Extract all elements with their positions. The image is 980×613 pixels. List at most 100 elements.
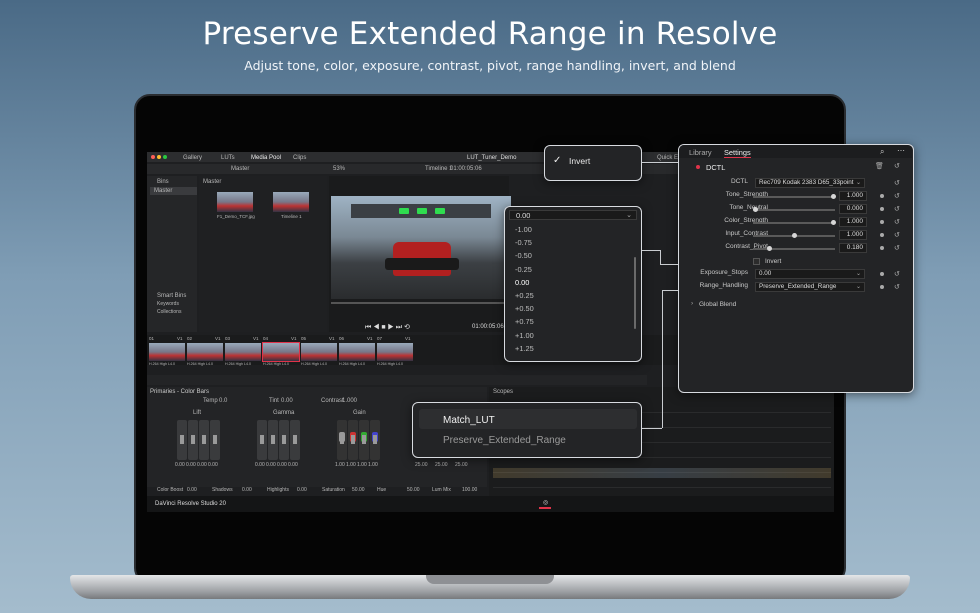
- dctl-dropdown[interactable]: Rec709 Kodak 2383 D65_33point ⌄: [755, 178, 865, 188]
- value-option[interactable]: +0.50: [515, 304, 534, 313]
- clip-thumbnail[interactable]: [225, 343, 261, 361]
- gamma-slider[interactable]: [257, 420, 267, 460]
- lift-slider[interactable]: [177, 420, 187, 460]
- close-window-button[interactable]: [151, 155, 155, 159]
- smart-bin-collections[interactable]: Collections: [157, 310, 181, 315]
- param-value[interactable]: 1.000: [839, 230, 867, 240]
- reset-icon[interactable]: ↺: [894, 205, 900, 213]
- tab-media-pool[interactable]: Media Pool: [251, 155, 281, 161]
- keyframe-icon[interactable]: [880, 220, 884, 224]
- minimize-window-button[interactable]: [157, 155, 161, 159]
- slider-knob[interactable]: [753, 207, 758, 212]
- transport-controls[interactable]: ⏮ ◀ ■ ▶ ⏭ ⟲: [365, 324, 410, 331]
- param-value[interactable]: 1.000: [839, 191, 867, 201]
- tab-settings[interactable]: Settings: [724, 148, 751, 158]
- media-thumb-timeline[interactable]: [273, 192, 309, 212]
- param-value[interactable]: 50.00: [352, 488, 365, 493]
- zoom-dropdown[interactable]: 53%: [333, 166, 345, 172]
- zoom-window-button[interactable]: [163, 155, 167, 159]
- value-option[interactable]: -0.50: [515, 251, 532, 260]
- param-slider[interactable]: [753, 233, 835, 238]
- gamma-value[interactable]: 0.00: [255, 463, 265, 468]
- reset-icon[interactable]: ↺: [894, 192, 900, 200]
- lift-value[interactable]: 0.00: [186, 463, 196, 468]
- keyframe-icon[interactable]: [880, 272, 884, 276]
- gain-slider[interactable]: [370, 420, 380, 460]
- invert-option[interactable]: Invert: [569, 156, 590, 166]
- gain-slider[interactable]: [359, 420, 369, 460]
- param-slider[interactable]: [753, 220, 836, 225]
- more-options-icon[interactable]: ⋯: [897, 146, 905, 155]
- master-dropdown[interactable]: Master: [231, 166, 249, 172]
- color-page-icon[interactable]: ◎: [543, 500, 548, 506]
- gamma-value[interactable]: 0.00: [266, 463, 276, 468]
- value-option[interactable]: 0.00: [515, 278, 529, 287]
- param-value[interactable]: 0.00: [297, 488, 307, 493]
- reset-icon[interactable]: ↺: [894, 270, 900, 278]
- trash-icon[interactable]: 🗑: [875, 162, 884, 170]
- param-value[interactable]: 0.000: [839, 204, 867, 214]
- reset-icon[interactable]: ↺: [894, 231, 900, 239]
- value-option[interactable]: +0.25: [515, 291, 534, 300]
- offset-value[interactable]: 25.00: [455, 463, 468, 468]
- gamma-slider[interactable]: [290, 420, 300, 460]
- param-value[interactable]: 0.180: [839, 243, 867, 253]
- offset-value[interactable]: 25.00: [415, 463, 428, 468]
- contrast-value[interactable]: 1.000: [342, 398, 357, 404]
- param-value[interactable]: 0.00: [187, 488, 197, 493]
- tab-library[interactable]: Library: [689, 148, 712, 157]
- param-value[interactable]: 1.000: [839, 217, 867, 227]
- clip-thumbnail[interactable]: [187, 343, 223, 361]
- offset-value[interactable]: 25.00: [435, 463, 448, 468]
- clip-thumbnail[interactable]: [377, 343, 413, 361]
- param-slider[interactable]: [753, 246, 835, 251]
- value-option[interactable]: +0.75: [515, 317, 534, 326]
- timeline-dropdown[interactable]: Timeline 1: [425, 166, 452, 172]
- keyframe-icon[interactable]: [880, 194, 884, 198]
- smart-bin-keywords[interactable]: Keywords: [157, 302, 179, 307]
- keyframe-icon[interactable]: [880, 233, 884, 237]
- gain-value[interactable]: 1.00: [368, 463, 378, 468]
- lift-slider[interactable]: [188, 420, 198, 460]
- gamma-slider[interactable]: [279, 420, 289, 460]
- slider-knob[interactable]: [831, 194, 836, 199]
- slider-knob[interactable]: [831, 220, 836, 225]
- invert-checkbox[interactable]: [753, 258, 760, 265]
- reset-icon[interactable]: ↺: [894, 179, 900, 187]
- global-blend-row[interactable]: › Global Blend: [679, 299, 913, 311]
- clip-thumbnail[interactable]: [149, 343, 185, 361]
- gain-slider[interactable]: [348, 420, 358, 460]
- param-value[interactable]: 50.00: [407, 488, 420, 493]
- clip-thumbnail[interactable]: [339, 343, 375, 361]
- lift-slider[interactable]: [210, 420, 220, 460]
- value-option[interactable]: -0.25: [515, 265, 532, 274]
- temp-value[interactable]: 0.0: [219, 398, 227, 404]
- value-option[interactable]: -1.00: [515, 225, 532, 234]
- gain-value[interactable]: 1.00: [346, 463, 356, 468]
- viewer-scrubber[interactable]: [331, 302, 511, 304]
- lift-value[interactable]: 0.00: [208, 463, 218, 468]
- reset-icon[interactable]: ↺: [894, 244, 900, 252]
- gamma-value[interactable]: 0.00: [288, 463, 298, 468]
- clip-thumbnail[interactable]: [301, 343, 337, 361]
- bin-master[interactable]: Master: [150, 187, 197, 195]
- list-scrollbar[interactable]: [634, 257, 636, 329]
- gain-value[interactable]: 1.00: [335, 463, 345, 468]
- range-handling-dropdown[interactable]: Preserve_Extended_Range ⌄: [755, 282, 865, 292]
- slider-knob[interactable]: [792, 233, 797, 238]
- param-value[interactable]: 0.00: [242, 488, 252, 493]
- value-option[interactable]: -0.75: [515, 238, 532, 247]
- gain-slider[interactable]: [337, 420, 347, 460]
- keyframe-icon[interactable]: [880, 207, 884, 211]
- gamma-value[interactable]: 0.00: [277, 463, 287, 468]
- lift-slider[interactable]: [199, 420, 209, 460]
- value-dropdown[interactable]: 0.00 ⌄: [509, 210, 637, 220]
- keyframe-icon[interactable]: [880, 285, 884, 289]
- tab-clips[interactable]: Clips: [293, 155, 306, 161]
- tab-gallery[interactable]: Gallery: [183, 155, 202, 161]
- lift-value[interactable]: 0.00: [197, 463, 207, 468]
- option-preserve-extended-range[interactable]: Preserve_Extended_Range: [443, 435, 566, 446]
- exposure-dropdown[interactable]: 0.00 ⌄: [755, 269, 865, 279]
- value-option[interactable]: +1.00: [515, 331, 534, 340]
- search-icon[interactable]: ⌕: [880, 147, 884, 157]
